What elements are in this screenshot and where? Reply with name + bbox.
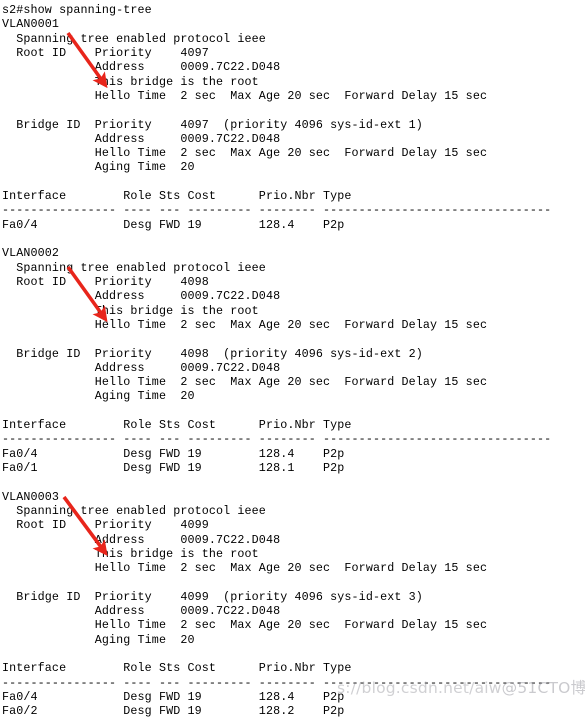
terminal-line: Fa0/4 Desg FWD 19 128.4 P2p: [2, 446, 345, 461]
terminal-output: s2#show spanning-tree VLAN0001 Spanning t…: [0, 0, 585, 718]
terminal-line: VLAN0002: [2, 246, 60, 261]
terminal-line: Hello Time 2 sec Max Age 20 sec Forward …: [2, 146, 488, 161]
terminal-line: Spanning tree enabled protocol ieee: [2, 260, 266, 275]
terminal-line: Fa0/2 Desg FWD 19 128.2 P2p: [2, 704, 345, 719]
terminal-line: Address 0009.7C22.D048: [2, 60, 281, 75]
terminal-line: VLAN0001: [2, 17, 60, 32]
terminal-line: Root ID Priority 4098: [2, 274, 209, 289]
terminal-line: Bridge ID Priority 4099 (priority 4096 s…: [2, 589, 423, 604]
terminal-line: This bridge is the root: [2, 74, 259, 89]
terminal-line: Bridge ID Priority 4097 (priority 4096 s…: [2, 117, 423, 132]
terminal-line: Address 0009.7C22.D048: [2, 360, 281, 375]
terminal-line: Interface Role Sts Cost Prio.Nbr Type: [2, 418, 352, 433]
terminal-line: Aging Time 20: [2, 389, 195, 404]
terminal-line: Address 0009.7C22.D048: [2, 604, 281, 619]
terminal-line: Hello Time 2 sec Max Age 20 sec Forward …: [2, 375, 488, 390]
terminal-line: ---------------- ---- --- --------- ----…: [2, 203, 552, 218]
terminal-line: ---------------- ---- --- --------- ----…: [2, 675, 552, 690]
terminal-line: Address 0009.7C22.D048: [2, 289, 281, 304]
terminal-line: Bridge ID Priority 4098 (priority 4096 s…: [2, 346, 423, 361]
terminal-line: Root ID Priority 4099: [2, 518, 209, 533]
terminal-line: VLAN0003: [2, 489, 60, 504]
terminal-line: Hello Time 2 sec Max Age 20 sec Forward …: [2, 561, 488, 576]
terminal-line: This bridge is the root: [2, 303, 259, 318]
terminal-line: This bridge is the root: [2, 546, 259, 561]
terminal-line: Fa0/4 Desg FWD 19 128.4 P2p: [2, 217, 345, 232]
terminal-line: Root ID Priority 4097: [2, 45, 209, 60]
terminal-line: Interface Role Sts Cost Prio.Nbr Type: [2, 661, 352, 676]
terminal-line: Address 0009.7C22.D048: [2, 532, 281, 547]
terminal-line: Interface Role Sts Cost Prio.Nbr Type: [2, 189, 352, 204]
terminal-line: Fa0/1 Desg FWD 19 128.1 P2p: [2, 461, 345, 475]
terminal-line: ---------------- ---- --- --------- ----…: [2, 432, 552, 447]
terminal-line: Spanning tree enabled protocol ieee: [2, 503, 266, 518]
terminal-line: Hello Time 2 sec Max Age 20 sec Forward …: [2, 618, 488, 633]
terminal-line: s2#show spanning-tree: [2, 3, 152, 17]
terminal-line: Spanning tree enabled protocol ieee: [2, 31, 266, 46]
terminal-line: Aging Time 20: [2, 160, 195, 175]
terminal-line: Address 0009.7C22.D048: [2, 131, 281, 146]
terminal-line: Fa0/4 Desg FWD 19 128.4 P2p: [2, 690, 345, 704]
terminal-line: Aging Time 20: [2, 632, 195, 647]
terminal-line: Hello Time 2 sec Max Age 20 sec Forward …: [2, 317, 488, 332]
terminal-line: Hello Time 2 sec Max Age 20 sec Forward …: [2, 88, 488, 103]
